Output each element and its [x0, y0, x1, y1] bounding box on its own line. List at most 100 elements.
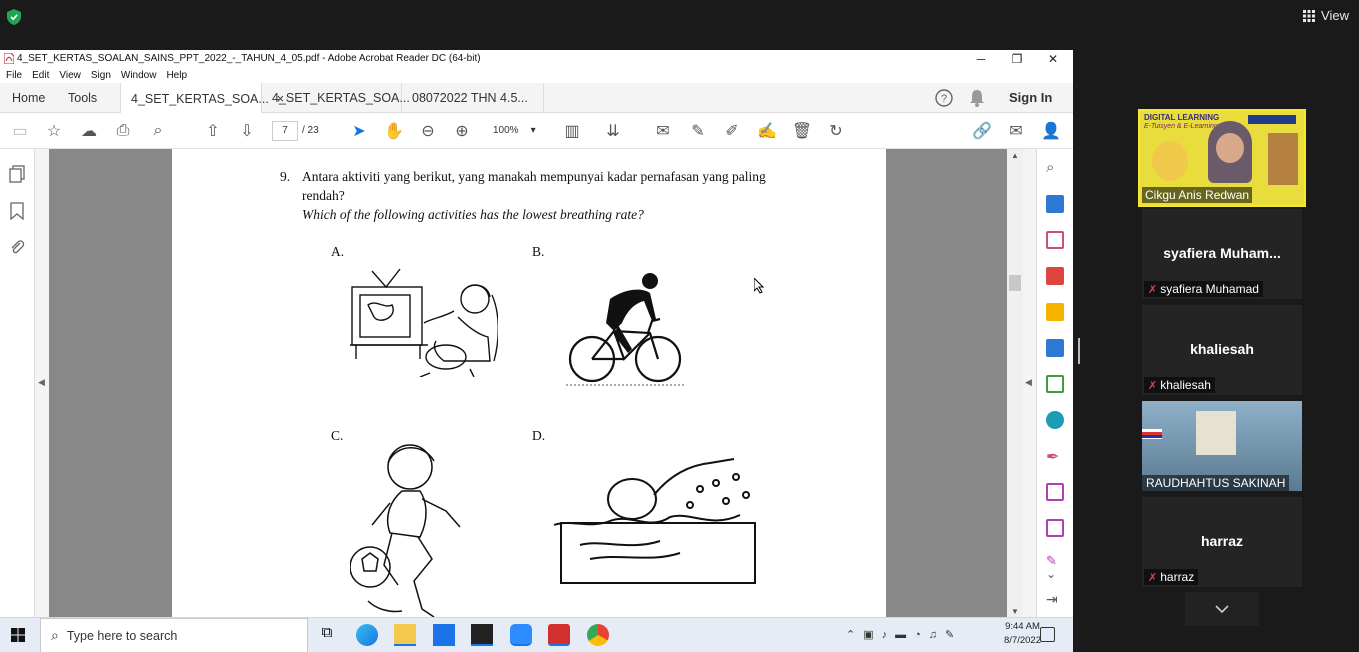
scrollbar-thumb[interactable] [1009, 275, 1021, 291]
participant-tile-khaliesah[interactable]: khaliesah ✗ khaliesah [1142, 305, 1302, 395]
scroll-up-icon[interactable]: ▲ [1011, 151, 1019, 160]
restore-button[interactable]: ❐ [999, 50, 1035, 67]
menu-help[interactable]: Help [166, 70, 187, 81]
scroll-mode-icon[interactable]: ⇊ [603, 121, 623, 141]
sign-in-button[interactable]: Sign In [1009, 90, 1052, 105]
zoom-level-select[interactable]: 100% ▾ [487, 121, 541, 141]
save-icon[interactable]: ▭ [10, 121, 30, 141]
email-icon[interactable]: ✉ [1006, 121, 1026, 141]
next-page-icon[interactable]: ⇩ [237, 121, 257, 141]
page-number-input[interactable]: 7 [272, 121, 298, 141]
previous-page-icon[interactable]: ⇧ [203, 121, 223, 141]
wall-poster [1196, 411, 1236, 455]
search-icon[interactable]: ⌕ [1046, 159, 1064, 177]
chevron-down-icon: ▾ [530, 125, 536, 136]
menu-window[interactable]: Window [121, 70, 157, 81]
fill-sign-tool-icon[interactable]: ✒ [1046, 447, 1064, 466]
svg-text:?: ? [941, 93, 947, 105]
tab-home[interactable]: Home [2, 83, 55, 113]
tab-document-active[interactable]: 4_SET_KERTAS_SOA... × [120, 83, 284, 114]
football-boy-illustration [350, 444, 461, 618]
hand-tool-icon[interactable]: ✋ [384, 121, 404, 141]
menu-view[interactable]: View [59, 70, 81, 81]
fill-sign-icon[interactable]: ✍ [757, 121, 777, 141]
gallery-scroll-down-button[interactable] [1185, 592, 1259, 626]
menu-edit[interactable]: Edit [32, 70, 49, 81]
highlight-pen-icon[interactable]: ✎ [688, 121, 708, 141]
scroll-down-icon[interactable]: ▼ [1011, 607, 1019, 616]
print-icon[interactable]: ⎙ [113, 121, 133, 141]
delete-icon[interactable]: 🗑 [792, 121, 812, 141]
search-icon: ⌕ [51, 627, 59, 643]
tab-bar: Home Tools 4_SET_KERTAS_SOA... × 4_SET_K… [0, 83, 1073, 114]
edit-pdf-icon[interactable] [1046, 483, 1064, 501]
attachments-icon[interactable] [9, 238, 25, 256]
rotate-icon[interactable]: ↻ [826, 121, 846, 141]
comment-tool-icon[interactable] [1046, 303, 1064, 321]
acrobat-app-icon[interactable] [548, 624, 570, 646]
page-thumbnails-icon[interactable] [9, 165, 26, 183]
option-c-label: C. [331, 428, 344, 443]
select-cursor-icon[interactable]: ➤ [349, 121, 369, 141]
task-view-icon[interactable]: ⧉ [316, 624, 338, 646]
terminal-icon[interactable] [471, 624, 493, 646]
page-display-icon[interactable]: ▥ [562, 121, 582, 141]
participant-tile-syafiera[interactable]: syafiera Muham... ✗ syafiera Muhamad [1142, 209, 1302, 299]
tab-doc1-label: 4_SET_KERTAS_SOA... [131, 91, 269, 106]
compress-pdf-icon[interactable] [1046, 375, 1064, 393]
collapse-pane-icon[interactable]: ⇥ [1046, 591, 1064, 609]
protect-icon[interactable] [1046, 519, 1064, 537]
combine-files-icon[interactable] [1046, 339, 1064, 357]
acrobat-window: 4_SET_KERTAS_SOALAN_SAINS_PPT_2022_-_TAH… [0, 50, 1073, 620]
help-icon[interactable]: ? [935, 89, 953, 107]
bell-icon[interactable] [969, 89, 985, 107]
taskbar-clock[interactable]: 9:44 AM 8/7/2022 [1004, 620, 1041, 648]
bookmark-star-icon[interactable]: ☆ [44, 121, 64, 141]
participant-name-label: khaliesah [1160, 378, 1211, 392]
vertical-scrollbar[interactable]: ▲ ▼ [1007, 149, 1023, 620]
tab-tools[interactable]: Tools [58, 83, 107, 113]
left-navigation-pane [0, 149, 35, 620]
file-explorer-icon[interactable] [394, 624, 416, 646]
send-review-icon[interactable] [1046, 411, 1064, 429]
mail-icon[interactable] [433, 624, 455, 646]
participant-video-raudhahtus[interactable]: RAUDHAHTUS SAKINAH [1142, 401, 1302, 491]
link-icon[interactable]: 🔗 [972, 121, 992, 141]
zoom-app-icon[interactable] [510, 624, 532, 646]
taskbar-search-input[interactable]: ⌕ Type here to search [40, 618, 308, 652]
banner-line1: DIGITAL LEARNING [1144, 113, 1220, 122]
system-tray-icons[interactable]: ⌃▣♪▬◔♫✎ [846, 628, 962, 641]
menu-file[interactable]: File [6, 70, 22, 81]
option-b-label: B. [532, 244, 545, 259]
security-shield-icon[interactable] [7, 9, 21, 25]
participant-tile-harraz[interactable]: harraz ✗ harraz [1142, 497, 1302, 587]
right-pane-toggle[interactable]: ◀ [1023, 149, 1036, 620]
draw-icon[interactable]: ✐ [722, 121, 742, 141]
tab-document-2[interactable]: 4_SET_KERTAS_SOA... [262, 83, 410, 113]
minimize-button[interactable]: ─ [963, 50, 999, 67]
upload-cloud-icon[interactable]: ☁ [79, 121, 99, 141]
chevron-down-icon[interactable]: ⌄ [1046, 567, 1064, 585]
comment-icon[interactable]: ✉ [653, 121, 673, 141]
view-button[interactable]: View [1303, 8, 1349, 23]
create-pdf-icon[interactable] [1046, 267, 1064, 285]
zoom-out-icon[interactable]: ⊖ [418, 121, 438, 141]
chrome-browser-icon[interactable] [587, 624, 609, 646]
left-pane-toggle[interactable]: ◀ [35, 149, 49, 620]
watching-tv-illustration [350, 268, 498, 377]
edge-browser-icon[interactable] [356, 624, 378, 646]
windows-start-icon[interactable] [11, 628, 25, 642]
question-number: 9. [280, 169, 291, 184]
participant-video-cikgu[interactable]: DIGITAL LEARNING E-Tuisyen & E-Learning … [1138, 109, 1306, 207]
menu-sign[interactable]: Sign [91, 70, 111, 81]
bookmarks-icon[interactable] [10, 202, 24, 220]
tab-document-3[interactable]: 08072022 THN 4.5... [402, 83, 544, 113]
export-pdf-icon[interactable] [1046, 195, 1064, 213]
close-window-button[interactable]: ✕ [1035, 50, 1071, 67]
zoom-in-icon[interactable]: ⊕ [452, 121, 472, 141]
notification-icon[interactable] [1040, 627, 1055, 642]
organize-pages-icon[interactable] [1046, 231, 1064, 249]
share-user-icon[interactable]: 👤 [1041, 121, 1061, 141]
panel-resize-handle[interactable] [1078, 338, 1080, 364]
zoom-out-search-icon[interactable]: ⌕ [148, 121, 168, 141]
